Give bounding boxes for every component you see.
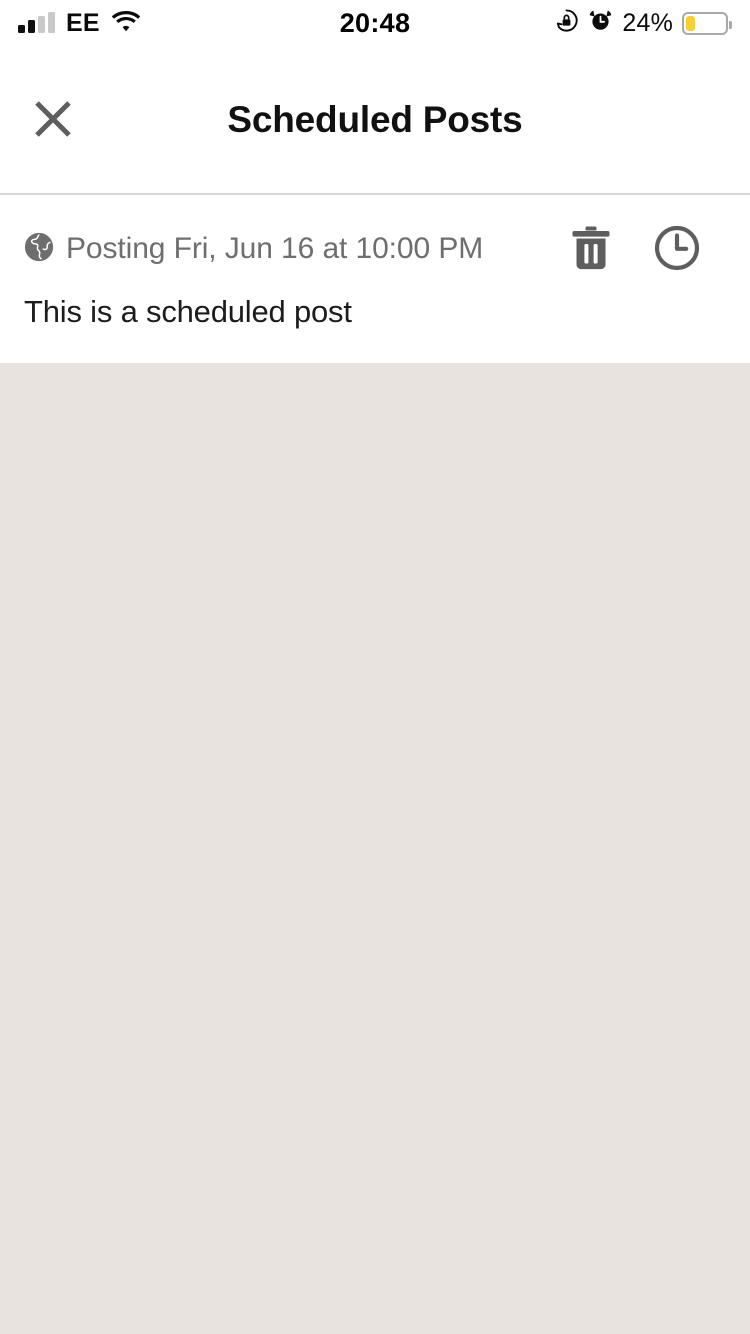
post-schedule-text: Posting Fri, Jun 16 at 10:00 PM xyxy=(66,232,484,265)
post-meta-row: Posting Fri, Jun 16 at 10:00 PM xyxy=(24,221,726,277)
scheduled-post-item[interactable]: Posting Fri, Jun 16 at 10:00 PM This is … xyxy=(0,195,750,363)
post-action-buttons xyxy=(567,225,726,273)
clock-icon xyxy=(653,224,701,275)
trash-icon xyxy=(570,225,612,274)
signal-bars-icon xyxy=(18,12,55,33)
close-icon xyxy=(31,97,75,144)
battery-fill xyxy=(686,15,696,31)
globe-icon xyxy=(24,232,54,267)
carrier-label: EE xyxy=(66,8,100,37)
close-button[interactable] xyxy=(24,91,82,149)
delete-post-button[interactable] xyxy=(567,225,615,273)
reschedule-post-button[interactable] xyxy=(653,225,701,273)
wifi-icon xyxy=(111,10,141,37)
alarm-clock-icon xyxy=(588,8,613,38)
battery-percent-label: 24% xyxy=(622,8,673,37)
status-bar: EE 20:48 24% xyxy=(0,0,750,46)
status-bar-left: EE xyxy=(18,10,141,37)
rotation-lock-icon xyxy=(554,8,579,38)
nav-header: Scheduled Posts xyxy=(0,46,750,194)
page-title: Scheduled Posts xyxy=(227,99,523,140)
post-schedule-info: Posting Fri, Jun 16 at 10:00 PM xyxy=(24,232,567,267)
post-body-text: This is a scheduled post xyxy=(24,294,352,329)
content-background xyxy=(0,363,750,1334)
status-bar-right: 24% xyxy=(554,8,732,38)
battery-icon xyxy=(682,11,732,35)
status-bar-time: 20:48 xyxy=(339,7,411,38)
